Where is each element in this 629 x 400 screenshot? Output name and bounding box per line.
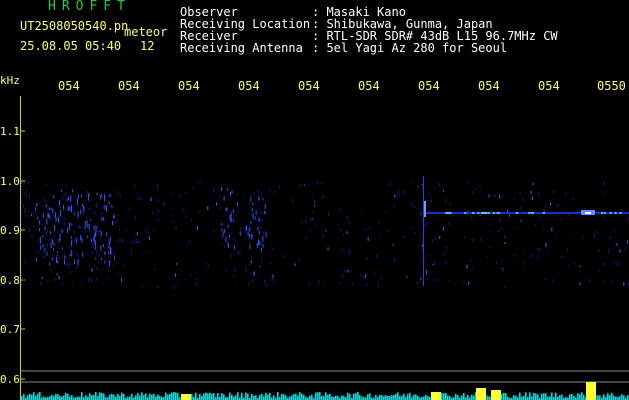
freq-tick: 0.6 (0, 373, 20, 386)
time-tick: 054 (538, 79, 560, 93)
app-logo: HROFFT (48, 0, 131, 14)
mode-label: meteor (124, 25, 168, 39)
filename-label: UT2508050540.pn (20, 19, 129, 33)
count-label: 12 (140, 39, 155, 53)
unit-label: kHz (0, 74, 20, 87)
time-tick: 0550 (597, 79, 626, 93)
freq-tick: 0.8 (0, 274, 20, 287)
time-tick: 054 (118, 79, 140, 93)
time-tick: 054 (298, 79, 320, 93)
spectrogram-plot (20, 96, 629, 400)
freq-tick: 1.0 (0, 175, 20, 188)
time-tick: 054 (238, 79, 260, 93)
antenna-label: Receiving Antenna (180, 41, 303, 55)
antenna-value: : 5el Yagi Az 280 for Seoul (312, 41, 508, 55)
spectrogram-canvas (21, 130, 629, 400)
time-tick: 054 (58, 79, 80, 93)
time-tick: 054 (358, 79, 380, 93)
time-tick: 054 (418, 79, 440, 93)
freq-tick: 0.7 (0, 323, 20, 336)
time-tick: 054 (478, 79, 500, 93)
datetime-label: 25.08.05 05:40 (20, 39, 122, 53)
freq-tick: 0.9 (0, 224, 20, 237)
freq-tick: 1.1 (0, 125, 20, 138)
time-tick: 054 (178, 79, 200, 93)
